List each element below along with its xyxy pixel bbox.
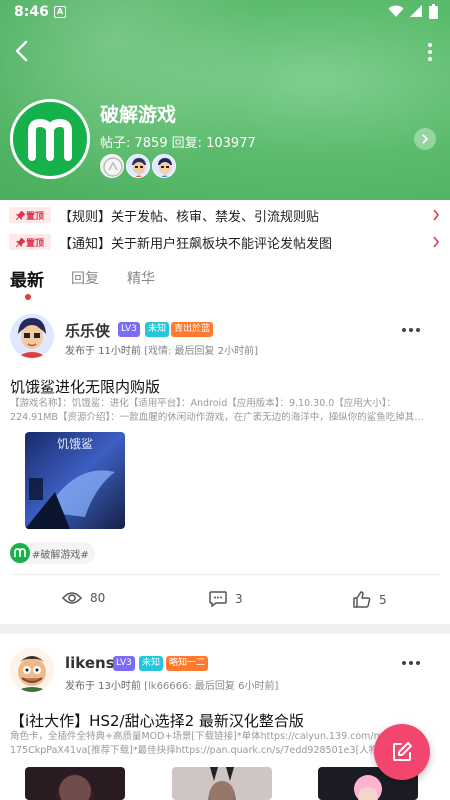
views-stat[interactable]: 80: [62, 591, 105, 605]
forum-stats: 帖子: 7859 回复: 103977: [100, 132, 256, 151]
level-badge: LV3: [118, 322, 140, 337]
pin-icon: [15, 237, 25, 247]
post-more-icon[interactable]: [402, 661, 420, 667]
moderator-avatar[interactable]: [152, 154, 176, 178]
compose-post-button[interactable]: [374, 724, 430, 780]
eye-icon: [62, 592, 82, 604]
post-title[interactable]: 【i社大作】HS2/甜心选择2 最新汉化整合版: [10, 710, 304, 731]
pinned-item[interactable]: 置顶 【规则】关于发帖、核审、禁发、引流规则贴: [0, 201, 450, 229]
chevron-right-icon: [433, 209, 439, 221]
post-card[interactable]: likens LV3 未知 略知一二 发布于 13小时前 [lk66666: 最…: [0, 634, 450, 800]
pinned-badge: 置顶: [9, 234, 51, 250]
post-more-icon[interactable]: [402, 328, 420, 334]
status-badge: 未知: [139, 656, 164, 671]
pinned-item[interactable]: 置顶 【通知】关于新用户狂飙板块不能评论发帖发图: [0, 228, 450, 256]
post-title[interactable]: 饥饿鲨进化无限内购版: [10, 376, 160, 397]
forum-info-arrow-icon[interactable]: [414, 128, 436, 150]
edit-icon: [393, 742, 412, 761]
pinned-title: 【通知】关于新用户狂飙板块不能评论发帖发图: [59, 236, 333, 252]
tab-replies[interactable]: 回复: [71, 268, 99, 288]
pinned-title: 【规则】关于发帖、核审、禁发、引流规则贴: [59, 209, 320, 225]
pin-icon: [15, 210, 25, 220]
pinned-badge: 置顶: [9, 207, 51, 223]
post-meta: 发布于 11小时前 [戏情: 最后回复 2小时前]: [65, 342, 258, 357]
post-time: 发布于 13小时前: [65, 681, 141, 692]
title-badge: 略知一二: [166, 656, 209, 671]
post-thumbnail[interactable]: [172, 767, 272, 800]
post-time: 发布于 11小时前: [65, 346, 141, 357]
last-reply: [戏情: 最后回复 2小时前]: [144, 346, 258, 357]
comments-stat[interactable]: 3: [209, 591, 243, 607]
post-thumbnail[interactable]: 饥饿鲨: [25, 432, 125, 529]
post-description: 【游戏名称】：饥饿鲨：进化【适用平台】：Android【应用版本】：9.10.3…: [10, 398, 424, 423]
pinned-posts: 置顶 【规则】关于发帖、核审、禁发、引流规则贴 置顶 【通知】关于新用户狂飙板块…: [0, 200, 450, 256]
tab-featured[interactable]: 精华: [127, 268, 155, 288]
post-tabs: 最新 回复 精华: [0, 256, 450, 304]
thumbnail-caption: 饥饿鲨: [57, 437, 93, 451]
moderator-avatar[interactable]: [126, 154, 150, 178]
avatar[interactable]: [10, 314, 54, 358]
post-thumbnail[interactable]: [25, 767, 125, 800]
comment-icon: [209, 591, 227, 607]
active-tab-indicator: [25, 294, 31, 300]
signal-icon: [410, 5, 422, 17]
topic-tag[interactable]: #破解游戏#: [10, 542, 95, 564]
more-vertical-icon[interactable]: [426, 42, 434, 62]
notification-icon: A: [54, 6, 66, 18]
post-separator: [0, 624, 450, 634]
moderator-avatars[interactable]: [100, 154, 176, 178]
post-meta: 发布于 13小时前 [lk66666: 最后回复 6小时前]: [65, 677, 278, 692]
back-arrow-icon[interactable]: [10, 38, 36, 64]
username[interactable]: likens: [65, 654, 115, 672]
tab-latest[interactable]: 最新: [10, 266, 44, 291]
forum-tag-icon: [10, 543, 30, 563]
thumbs-up-icon: [353, 591, 371, 608]
forum-logo-m-icon: [28, 119, 72, 161]
status-bar: 8:46 A: [0, 0, 450, 24]
likes-stat[interactable]: 5: [353, 591, 387, 608]
replies-count: 回复: 103977: [171, 136, 256, 151]
wifi-icon: [388, 5, 404, 17]
last-reply: [lk66666: 最后回复 6小时前]: [144, 681, 279, 692]
posts-count: 帖子: 7859: [100, 136, 168, 151]
avatar[interactable]: [10, 648, 54, 692]
moderator-avatar[interactable]: [100, 154, 124, 178]
forum-name: 破解游戏: [100, 104, 177, 126]
status-time: 8:46: [14, 4, 49, 20]
battery-icon: [429, 4, 438, 19]
status-badge: 未知: [145, 322, 170, 337]
chevron-right-icon: [433, 236, 439, 248]
post-card[interactable]: 乐乐侠 LV3 未知 青出於蓝 发布于 11小时前 [戏情: 最后回复 2小时前…: [0, 304, 450, 624]
username[interactable]: 乐乐侠: [65, 320, 110, 341]
title-badge: 青出於蓝: [171, 322, 214, 337]
divider: [10, 574, 440, 575]
forum-logo: [10, 99, 90, 179]
level-badge: LV3: [113, 656, 135, 671]
